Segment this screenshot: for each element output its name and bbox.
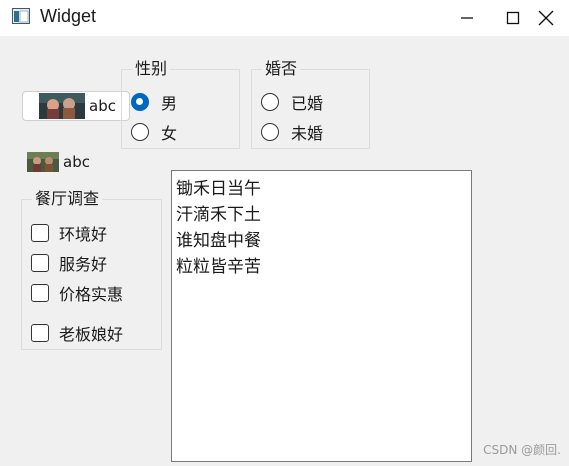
checkbox-service-label: 服务好 — [59, 255, 108, 274]
poem-text-edit[interactable]: 锄禾日当午 汗滴禾下土 谁知盘中餐 粒粒皆辛苦 — [171, 170, 472, 462]
checkbox-environment[interactable]: 环境好 — [31, 221, 107, 245]
image-label: abc — [27, 152, 90, 172]
radio-male-indicator[interactable] — [131, 93, 149, 111]
checkbox-owner-label: 老板娘好 — [59, 325, 124, 344]
gender-group: 性别 男 女 — [121, 60, 240, 149]
radio-male[interactable]: 男 — [131, 90, 177, 114]
checkbox-service[interactable]: 服务好 — [31, 251, 107, 275]
tool-button-label: abc — [89, 97, 116, 115]
radio-female[interactable]: 女 — [131, 120, 177, 144]
app-icon — [12, 8, 30, 24]
gender-group-title: 性别 — [132, 60, 171, 78]
checkbox-price-label: 价格实惠 — [59, 285, 124, 304]
checkbox-owner[interactable]: 老板娘好 — [31, 321, 123, 345]
checkbox-price[interactable]: 价格实惠 — [31, 281, 123, 305]
checkbox-environment-box[interactable] — [31, 224, 49, 242]
checkbox-owner-box[interactable] — [31, 324, 49, 342]
radio-married-indicator[interactable] — [261, 93, 279, 111]
radio-female-label: 女 — [161, 124, 178, 143]
image-label-text: abc — [63, 153, 90, 171]
radio-married[interactable]: 已婚 — [261, 90, 323, 114]
text-line: 锄禾日当午 — [176, 179, 261, 199]
radio-male-label: 男 — [161, 94, 178, 113]
radio-unmarried[interactable]: 未婚 — [261, 120, 323, 144]
checkbox-price-box[interactable] — [31, 284, 49, 302]
maximize-icon — [506, 11, 520, 25]
close-icon — [538, 10, 554, 26]
checkbox-environment-label: 环境好 — [59, 225, 108, 244]
marriage-group-title: 婚否 — [262, 60, 301, 78]
watermark: CSDN @颜回. — [483, 443, 561, 457]
survey-group: 餐厅调查 环境好 服务好 价格实惠 老板娘好 — [21, 190, 162, 350]
text-line: 汗滴禾下土 — [176, 205, 261, 225]
survey-group-title: 餐厅调查 — [32, 190, 103, 208]
marriage-group: 婚否 已婚 未婚 — [251, 60, 370, 149]
close-button[interactable] — [523, 0, 569, 36]
radio-unmarried-indicator[interactable] — [261, 123, 279, 141]
radio-married-label: 已婚 — [291, 94, 324, 113]
anime-thumbnail-icon — [27, 152, 59, 172]
checkbox-service-box[interactable] — [31, 254, 49, 272]
client-area: abc abc 性别 男 女 婚否 已婚 未婚 餐厅调查 环境好 服务好 价格实… — [0, 36, 569, 466]
image-tool-button[interactable]: abc — [22, 91, 130, 121]
window-title: Widget — [40, 6, 97, 26]
anime-thumbnail-icon — [39, 93, 85, 119]
radio-unmarried-label: 未婚 — [291, 124, 324, 143]
text-line: 粒粒皆辛苦 — [176, 257, 261, 277]
text-line: 谁知盘中餐 — [176, 231, 261, 251]
radio-female-indicator[interactable] — [131, 123, 149, 141]
title-bar: Widget — [0, 0, 569, 36]
